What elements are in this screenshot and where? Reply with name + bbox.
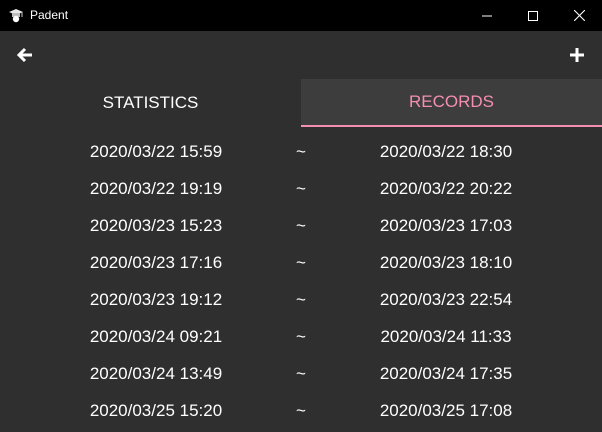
record-end-time: 2020/03/24 11:33 [380,327,512,346]
app-window: Padent STATISTICS RECORDS 2020/03/22 15:… [0,0,602,432]
window-title: Padent [30,8,69,22]
add-record-button[interactable] [562,40,592,70]
close-button[interactable] [556,0,602,31]
maximize-icon [528,10,538,21]
record-start-time: 2020/03/23 19:12 [89,290,223,309]
record-start-time: 2020/03/24 13:49 [89,364,223,383]
plus-icon [570,48,584,62]
maximize-button[interactable] [510,0,556,31]
record-row[interactable]: 2020/03/22 19:19 ~ 2020/03/22 20:22 [0,170,602,207]
record-row[interactable]: 2020/03/23 15:23 ~ 2020/03/23 17:03 [0,207,602,244]
arrow-left-icon [16,47,32,63]
record-row[interactable]: 2020/03/22 15:59 ~ 2020/03/22 18:30 [0,133,602,170]
records-list: 2020/03/22 15:59 ~ 2020/03/22 18:30 2020… [0,133,602,432]
record-end-time: 2020/03/22 18:30 [379,142,513,161]
record-end-time: 2020/03/24 17:35 [379,364,513,383]
record-row[interactable]: 2020/03/23 17:16 ~ 2020/03/23 18:10 [0,244,602,281]
record-row[interactable]: 2020/03/23 19:12 ~ 2020/03/23 22:54 [0,281,602,318]
record-end-time: 2020/03/25 17:08 [379,401,513,420]
record-end-time: 2020/03/23 17:03 [379,216,513,235]
record-start-time: 2020/03/25 15:20 [89,401,223,420]
close-icon [573,10,585,21]
title-bar: Padent [0,0,602,31]
record-row[interactable]: 2020/03/24 13:49 ~ 2020/03/24 17:35 [0,355,602,392]
graduation-cap-icon [8,7,24,23]
tab-bar: STATISTICS RECORDS [0,79,602,127]
record-end-time: 2020/03/23 22:54 [379,290,513,309]
minimize-button[interactable] [464,0,510,31]
record-start-time: 2020/03/23 15:23 [89,216,223,235]
minimize-icon [482,15,492,16]
tab-statistics[interactable]: STATISTICS [0,79,301,127]
app-toolbar [0,31,602,79]
record-start-time: 2020/03/23 17:16 [89,253,223,272]
record-end-time: 2020/03/23 18:10 [379,253,513,272]
record-row[interactable]: 2020/03/25 15:20 ~ 2020/03/25 17:08 [0,392,602,429]
record-start-time: 2020/03/22 15:59 [89,142,223,161]
record-row[interactable]: 2020/03/24 09:21 ~ 2020/03/24 11:33 [0,318,602,355]
record-start-time: 2020/03/24 09:21 [89,327,223,346]
back-button[interactable] [10,40,40,70]
record-end-time: 2020/03/22 20:22 [379,179,513,198]
tab-records[interactable]: RECORDS [301,79,602,127]
record-start-time: 2020/03/22 19:19 [89,179,223,198]
